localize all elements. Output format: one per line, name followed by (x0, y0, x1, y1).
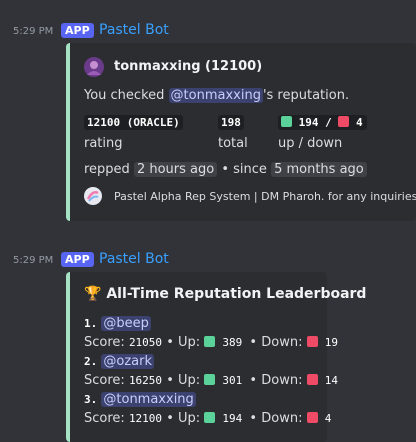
leaderboard-entry-stats: Score: 12100 • Up: 194 • Down: 4 (84, 411, 334, 426)
repped-line: repped 2 hours ago • since 5 months ago (84, 162, 367, 177)
field-total-value: 198 (218, 115, 244, 130)
entry-user-mention[interactable]: @ozark (101, 354, 155, 369)
down-label: • Down: (245, 335, 307, 350)
field-updown-value: 194 / 4 (278, 115, 367, 130)
leaderboard-title: All-Time Reputation Leaderboard (106, 286, 367, 302)
desc-text: 's reputation. (262, 88, 350, 103)
since-label: • since (217, 162, 272, 177)
up-count: 194 (298, 116, 319, 129)
leaderboard-entry: 2. @ozark (84, 354, 155, 369)
up-label: • Up: (162, 411, 205, 426)
red-square-icon (306, 412, 318, 423)
message-timestamp: 5:29 PM (13, 26, 54, 37)
embed-description: You checked @tonmaxxing's reputation. (84, 88, 349, 103)
leaderboard-title-row: 🏆 All-Time Reputation Leaderboard (84, 286, 366, 302)
footer-text: Pastel Alpha Rep System | DM Pharoh. for… (114, 190, 416, 203)
entry-rank: 2. (84, 355, 98, 368)
entry-down: 4 (324, 412, 332, 425)
score-label: Score: (84, 411, 129, 426)
field-updown-label: up / down (278, 136, 343, 151)
red-square-icon (338, 116, 350, 127)
leaderboard-entry: 3. @tonmaxxing (84, 392, 196, 407)
green-square-icon (281, 116, 292, 127)
desc-text: You checked (84, 88, 169, 103)
down-count: 4 (356, 116, 363, 129)
message-timestamp: 5:29 PM (13, 255, 54, 266)
entry-score: 12100 (128, 412, 163, 425)
entry-up: 389 (222, 336, 243, 349)
field-rating-label: rating (84, 136, 123, 151)
bot-name[interactable]: Pastel Bot (99, 22, 169, 38)
bot-name[interactable]: Pastel Bot (99, 251, 169, 267)
entry-down: 19 (324, 336, 338, 349)
entry-down: 14 (324, 374, 338, 387)
green-square-icon (204, 412, 216, 423)
leaderboard-embed: 🏆 All-Time Reputation Leaderboard 1. @be… (66, 272, 366, 442)
entry-rank: 3. (84, 393, 98, 406)
entry-user-mention[interactable]: @beep (101, 316, 151, 331)
entry-score: 16250 (128, 374, 163, 387)
app-badge: APP (61, 252, 94, 267)
green-square-icon (204, 336, 216, 347)
footer-icon (84, 187, 102, 209)
repped-timestamp[interactable]: 2 hours ago (133, 162, 218, 177)
entry-up: 301 (222, 374, 243, 387)
entry-score: 21050 (128, 336, 163, 349)
up-label: • Up: (162, 373, 205, 388)
leaderboard-entry-stats: Score: 21050 • Up: 389 • Down: 19 (84, 335, 341, 350)
entry-rank: 1. (84, 317, 98, 330)
author-avatar[interactable] (84, 57, 104, 81)
down-label: • Down: (245, 373, 307, 388)
entry-up: 194 (222, 412, 243, 425)
since-timestamp[interactable]: 5 months ago (271, 162, 367, 177)
green-square-icon (204, 374, 216, 385)
author-name[interactable]: tonmaxxing (12100) (114, 59, 262, 74)
app-badge: APP (61, 23, 94, 38)
red-square-icon (306, 374, 318, 385)
updown-separator: / (318, 116, 339, 129)
field-rating-value: 12100 (ORACLE) (84, 115, 183, 130)
rep-embed: tonmaxxing (12100) You checked @tonmaxxi… (66, 43, 416, 221)
up-label: • Up: (162, 335, 205, 350)
score-label: Score: (84, 335, 129, 350)
down-label: • Down: (245, 411, 307, 426)
leaderboard-entry: 1. @beep (84, 316, 151, 331)
field-total-label: total (218, 136, 248, 151)
leaderboard-entry-stats: Score: 16250 • Up: 301 • Down: 14 (84, 373, 341, 388)
repped-label: repped (84, 162, 134, 177)
user-mention[interactable]: @tonmaxxing (168, 88, 263, 103)
entry-user-mention[interactable]: @tonmaxxing (101, 392, 196, 407)
trophy-icon: 🏆 (84, 286, 102, 302)
score-label: Score: (84, 373, 129, 388)
updown-box: 194 / 4 (278, 115, 367, 130)
red-square-icon (306, 336, 318, 347)
